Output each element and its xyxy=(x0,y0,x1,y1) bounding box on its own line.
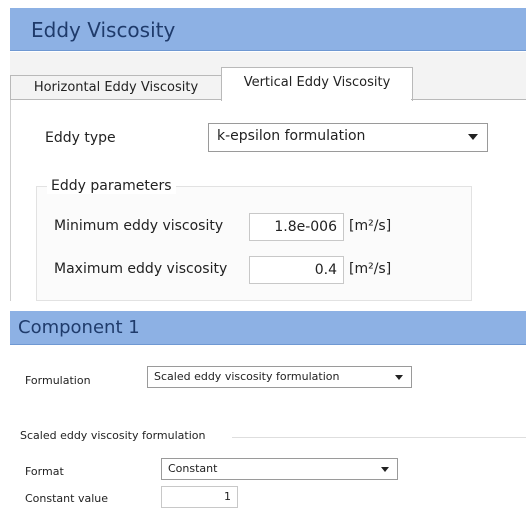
page-title: Eddy Viscosity xyxy=(31,18,176,42)
formulation-value: Scaled eddy viscosity formulation xyxy=(154,370,340,383)
section-divider xyxy=(232,437,526,438)
chevron-down-icon xyxy=(381,467,389,472)
tab-horizontal-eddy-viscosity[interactable]: Horizontal Eddy Viscosity xyxy=(10,75,222,100)
eddy-type-label: Eddy type xyxy=(45,130,116,146)
eddy-type-value: k-epsilon formulation xyxy=(217,128,366,144)
eddy-parameters-title: Eddy parameters xyxy=(47,178,176,194)
tab-vertical-eddy-viscosity[interactable]: Vertical Eddy Viscosity xyxy=(221,67,413,101)
format-label: Format xyxy=(25,465,64,478)
format-dropdown[interactable]: Constant xyxy=(161,458,398,480)
constant-value-label: Constant value xyxy=(25,492,108,505)
minimum-eddy-viscosity-label: Minimum eddy viscosity xyxy=(54,218,224,234)
formulation-label: Formulation xyxy=(25,374,91,387)
scaled-formulation-section-title: Scaled eddy viscosity formulation xyxy=(20,429,210,442)
constant-value-input[interactable]: 1 xyxy=(161,486,238,508)
maximum-eddy-viscosity-label: Maximum eddy viscosity xyxy=(54,261,228,277)
component-header: Component 1 xyxy=(10,311,526,345)
maximum-eddy-viscosity-input[interactable]: 0.4 xyxy=(249,256,344,284)
panel-border xyxy=(10,100,11,301)
eddy-viscosity-header: Eddy Viscosity xyxy=(10,8,526,51)
format-value: Constant xyxy=(168,462,218,475)
chevron-down-icon xyxy=(468,134,478,140)
maximum-eddy-viscosity-unit: [m²/s] xyxy=(349,261,392,277)
eddy-type-dropdown[interactable]: k-epsilon formulation xyxy=(208,123,488,152)
minimum-eddy-viscosity-input[interactable]: 1.8e-006 xyxy=(249,213,344,241)
chevron-down-icon xyxy=(395,375,403,380)
component-title: Component 1 xyxy=(18,317,140,338)
tab-divider xyxy=(10,99,222,100)
tab-divider xyxy=(411,99,526,100)
minimum-eddy-viscosity-unit: [m²/s] xyxy=(349,218,392,234)
formulation-dropdown[interactable]: Scaled eddy viscosity formulation xyxy=(147,366,412,388)
